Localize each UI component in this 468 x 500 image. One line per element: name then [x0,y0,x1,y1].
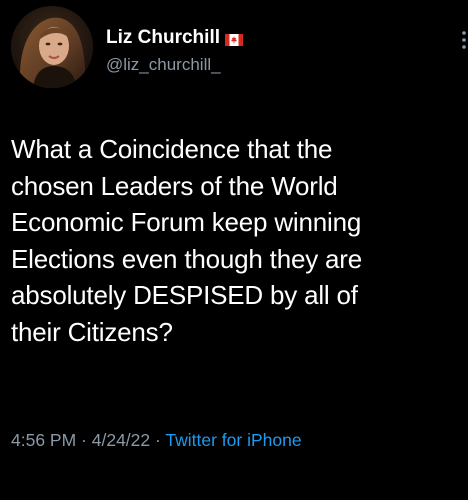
tweet-time[interactable]: 4:56 PM [11,430,76,450]
tweet-source-link[interactable]: Twitter for iPhone [165,430,301,450]
tweet-text: What a Coincidence that the chosen Leade… [11,134,363,347]
meta-separator: · [150,430,166,450]
meta-separator: · [76,430,92,450]
name-row: Liz Churchill [106,27,243,49]
tweet-card: Liz Churchill @liz_churchill_ What a Coi… [0,0,468,500]
canada-flag-icon [225,33,243,46]
tweet-date[interactable]: 4/24/22 [92,430,150,450]
display-name[interactable]: Liz Churchill [106,27,220,49]
profile-photo-icon [11,6,93,88]
tweet-meta: 4:56 PM · 4/24/22 · Twitter for iPhone [11,430,302,451]
more-options-icon[interactable] [460,30,468,50]
user-handle[interactable]: @liz_churchill_ [106,55,221,75]
avatar[interactable] [11,6,93,88]
